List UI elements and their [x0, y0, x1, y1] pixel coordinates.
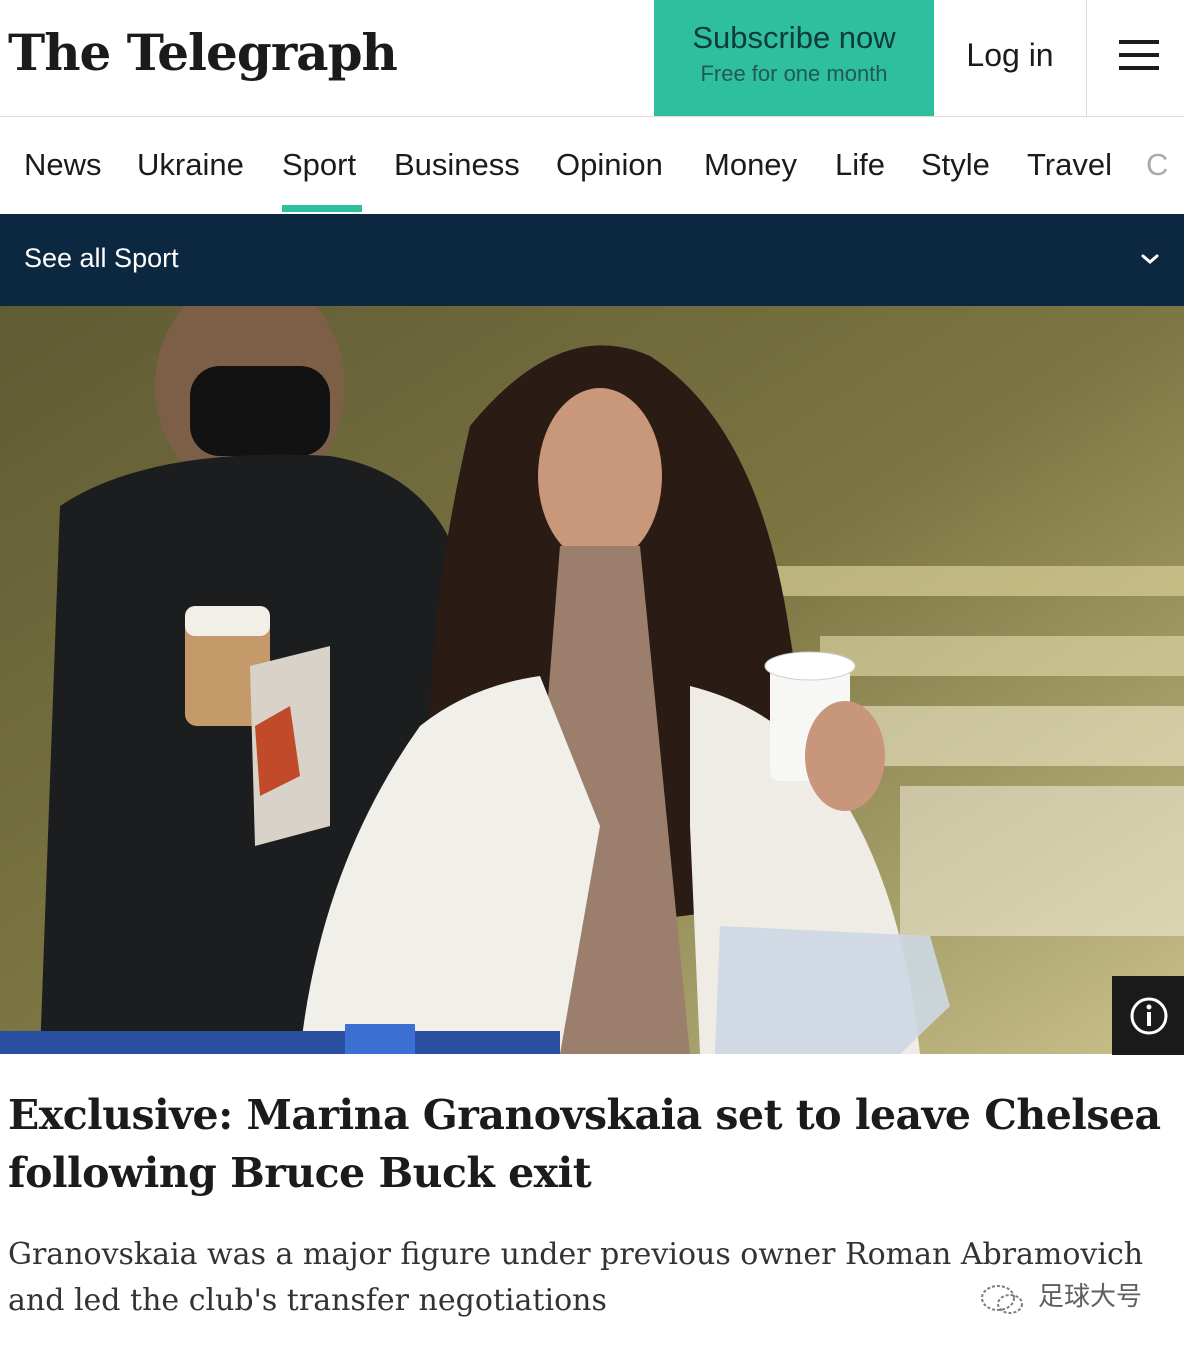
- image-info-button[interactable]: [1112, 976, 1184, 1055]
- nav-item-business[interactable]: Business: [394, 145, 520, 185]
- subscribe-title: Subscribe now: [692, 20, 896, 55]
- chevron-down-icon[interactable]: [1140, 252, 1160, 266]
- nav-item-life[interactable]: Life: [835, 145, 885, 185]
- hero-photo: [0, 306, 1184, 1054]
- watermark-text: 足球大号: [1038, 1282, 1143, 1312]
- nav-item-ukraine[interactable]: Ukraine: [137, 145, 244, 185]
- nav-item-more[interactable]: C: [1146, 145, 1168, 185]
- nav-item-travel[interactable]: Travel: [1027, 145, 1112, 185]
- login-link[interactable]: Log in: [934, 0, 1086, 116]
- watermark: 足球大号: [980, 1282, 1180, 1322]
- site-logo[interactable]: The Telegraph: [8, 18, 398, 88]
- see-all-sport-label: See all Sport: [24, 243, 179, 273]
- article-headline[interactable]: Exclusive: Marina Granovskaia set to lea…: [8, 1086, 1168, 1202]
- see-all-sport-bar[interactable]: See all Sport: [0, 214, 1184, 306]
- hero-photo-illustration: [0, 306, 1184, 1054]
- nav-item-money[interactable]: Money: [704, 145, 797, 185]
- nav-item-opinion[interactable]: Opinion: [556, 145, 663, 185]
- active-tab-indicator: [282, 205, 362, 212]
- nav-item-style[interactable]: Style: [921, 145, 990, 185]
- subscribe-subtitle: Free for one month: [700, 61, 888, 86]
- menu-button[interactable]: [1086, 0, 1184, 116]
- nav-item-news[interactable]: News: [24, 145, 102, 185]
- hamburger-menu-icon: [1119, 40, 1159, 70]
- section-nav: News Ukraine Sport Business Opinion Mone…: [0, 117, 1184, 214]
- info-icon: [1130, 997, 1168, 1035]
- subscribe-button[interactable]: Subscribe now Free for one month: [654, 0, 934, 116]
- site-header: The Telegraph Subscribe now Free for one…: [0, 0, 1184, 117]
- wechat-logo-icon: [981, 1285, 1023, 1314]
- nav-item-sport[interactable]: Sport: [282, 145, 356, 185]
